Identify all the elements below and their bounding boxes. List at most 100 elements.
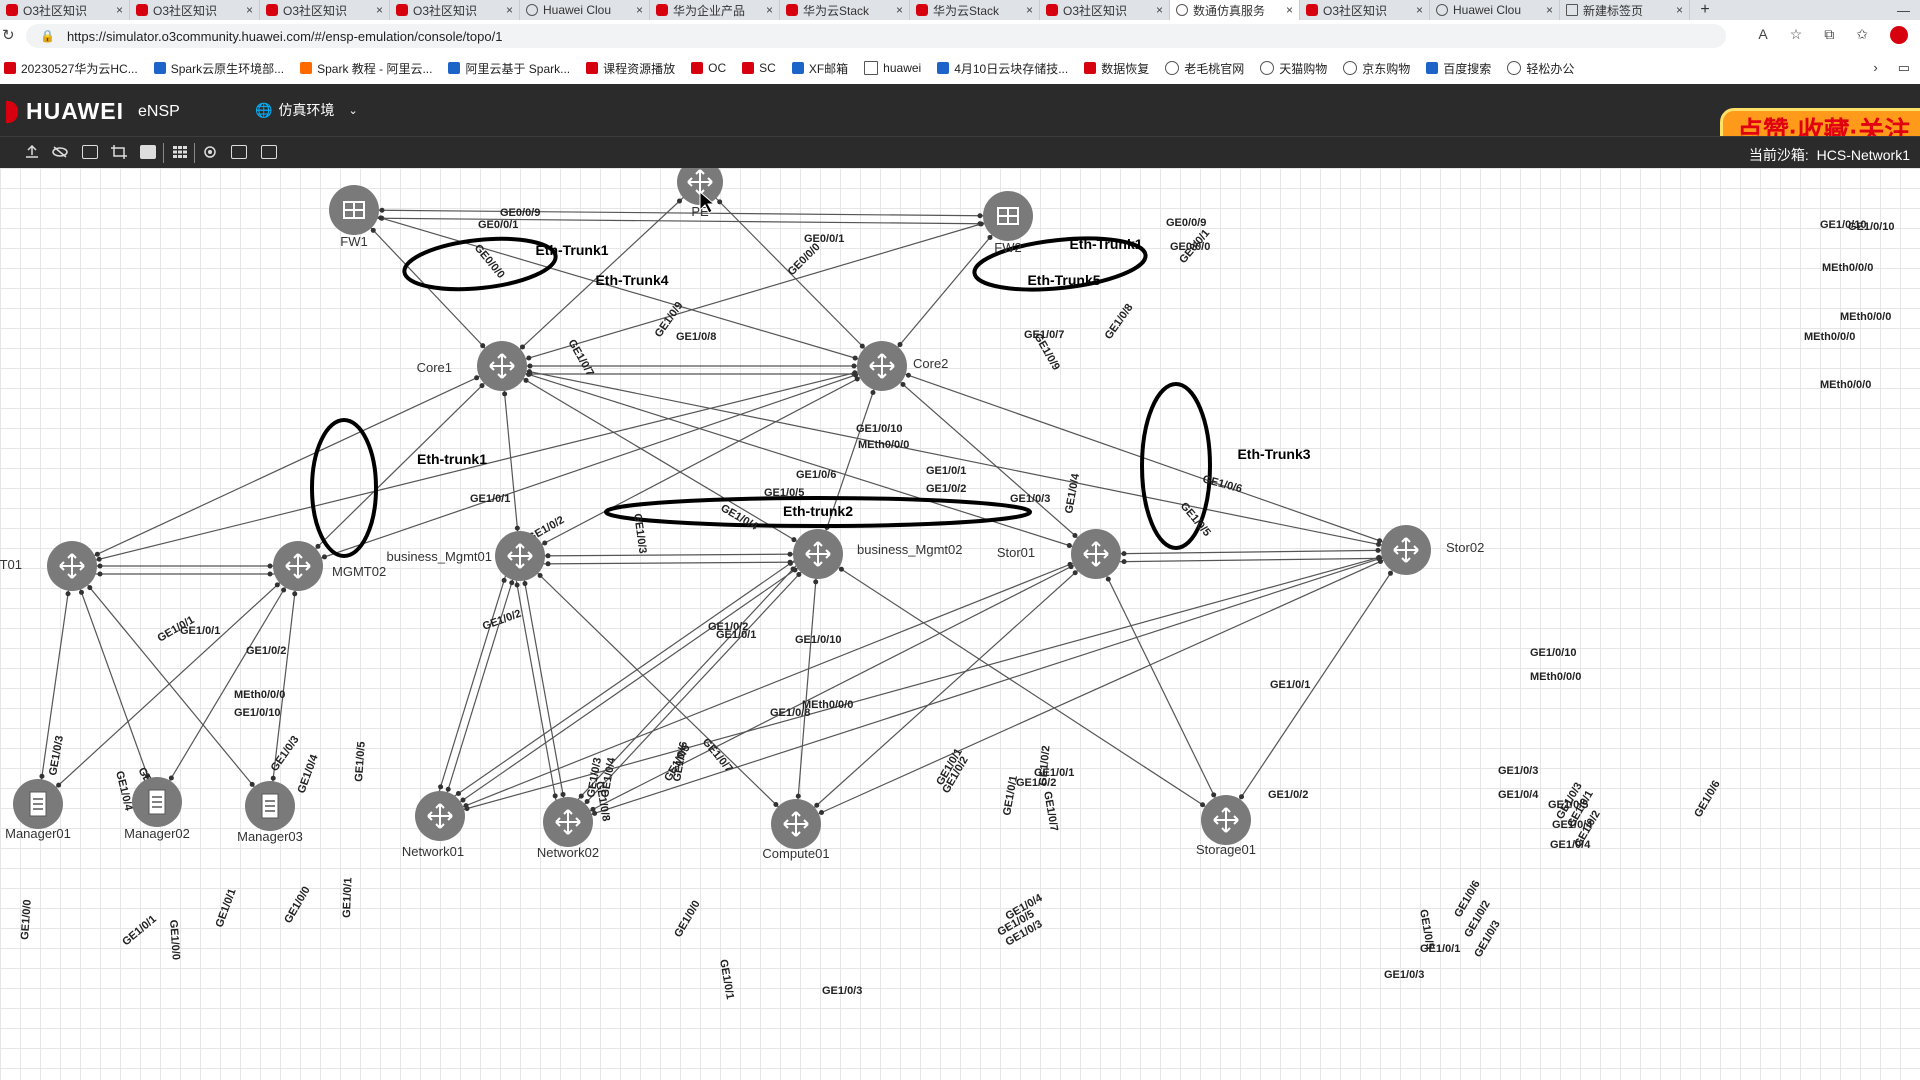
browser-tab[interactable]: O3社区知识 × xyxy=(390,0,520,20)
link-endpoint xyxy=(445,786,451,792)
browser-tab-bar: O3社区知识 × O3社区知识 × O3社区知识 × O3社区知识 × Huawei Clou ×… xyxy=(0,0,1920,20)
close-icon[interactable]: × xyxy=(636,3,643,17)
topology-node[interactable] xyxy=(245,781,295,831)
huawei-petal-icon xyxy=(6,100,18,123)
close-icon[interactable]: × xyxy=(506,3,513,17)
bookmark-item[interactable]: Spark 教程 - 阿里云... xyxy=(300,60,432,77)
reload-icon[interactable]: ↻ xyxy=(2,26,15,44)
bookmark-item[interactable]: huawei xyxy=(864,61,921,75)
close-icon[interactable]: × xyxy=(1416,3,1423,17)
topology-node[interactable] xyxy=(132,777,182,827)
bookmark-item[interactable]: 20230527华为云HC... xyxy=(4,60,138,77)
hide-icon[interactable] xyxy=(52,145,68,159)
server-icon xyxy=(261,793,279,819)
topology-node[interactable] xyxy=(47,541,97,591)
browser-tab[interactable]: O3社区知识 × xyxy=(0,0,130,20)
crop-icon[interactable] xyxy=(111,145,127,159)
browser-tab[interactable]: 华为云Stack × xyxy=(910,0,1040,20)
bookmark-item[interactable]: 老毛桃官网 xyxy=(1165,60,1244,77)
close-icon[interactable]: × xyxy=(1546,3,1553,17)
close-icon[interactable]: × xyxy=(246,3,253,17)
bookmark-item[interactable]: 轻松办公 xyxy=(1507,60,1574,77)
minimize-icon[interactable]: — xyxy=(1897,3,1910,18)
bookmark-label: 课程资源播放 xyxy=(603,61,676,76)
bookmark-item[interactable]: SC xyxy=(742,61,776,75)
topology-node[interactable] xyxy=(477,341,527,391)
bookmark-item[interactable]: XF邮箱 xyxy=(791,60,848,77)
bookmark-item[interactable]: 百度搜索 xyxy=(1426,60,1491,77)
topology-node[interactable] xyxy=(329,185,379,235)
url-field[interactable]: 🔒 https://simulator.o3community.huawei.c… xyxy=(26,24,1726,48)
topology-node[interactable] xyxy=(983,191,1033,241)
grid-icon[interactable] xyxy=(172,145,188,159)
environment-selector[interactable]: 🌐 仿真环境 ⌄ xyxy=(255,100,358,120)
bookmark-item[interactable]: Spark云原生环境部... xyxy=(153,60,284,77)
close-icon[interactable]: × xyxy=(1676,3,1683,17)
favorite-star-icon[interactable]: ☆ xyxy=(1790,26,1803,44)
browser-tab[interactable]: Huawei Clou × xyxy=(520,0,650,20)
close-icon[interactable]: × xyxy=(766,3,773,17)
topology-node[interactable] xyxy=(1201,795,1251,845)
port-label: GE1/0/3 xyxy=(47,735,66,777)
node-label: Manager03 xyxy=(237,829,303,844)
browser-tab[interactable]: 新建标签页 × xyxy=(1560,0,1690,20)
bookmark-item[interactable]: 课程资源播放 xyxy=(586,60,675,77)
topology-node[interactable] xyxy=(771,799,821,849)
browser-tab[interactable]: O3社区知识 × xyxy=(1300,0,1430,20)
close-icon[interactable]: × xyxy=(1156,3,1163,17)
bookmark-item[interactable]: 天猫购物 xyxy=(1260,60,1327,77)
tab-title: O3社区知识 xyxy=(283,3,348,18)
favorites-icon[interactable]: ✩ xyxy=(1856,26,1868,44)
browser-tab[interactable]: O3社区知识 × xyxy=(1040,0,1170,20)
bookmark-label: 4月10日云块存储技... xyxy=(954,61,1069,76)
document-icon[interactable] xyxy=(82,145,98,159)
port-label: GE1/0/1 xyxy=(1270,679,1310,691)
gear-icon[interactable] xyxy=(202,145,218,159)
close-icon[interactable]: × xyxy=(1286,3,1293,17)
bookmark-item[interactable]: 京东购物 xyxy=(1343,60,1410,77)
link-endpoint xyxy=(460,797,466,803)
extensions-icon[interactable]: ⧉ xyxy=(1824,26,1834,44)
huawei-icon xyxy=(786,4,798,16)
bookmark-item[interactable]: 阿里云基于 Spark... xyxy=(448,60,570,77)
browser-tab[interactable]: 华为企业产品 × xyxy=(650,0,780,20)
bookmark-item[interactable]: 数据恢复 xyxy=(1084,60,1149,77)
browser-tab[interactable]: Huawei Clou × xyxy=(1430,0,1560,20)
new-tab-button[interactable]: + xyxy=(1690,0,1720,20)
link-endpoint xyxy=(870,390,876,396)
lock-icon: 🔒 xyxy=(40,29,55,43)
screen-icon[interactable] xyxy=(140,145,156,159)
copy-icon[interactable] xyxy=(231,145,247,159)
other-bookmarks-folder-icon[interactable]: ▭ xyxy=(1898,60,1910,76)
browser-tab[interactable]: 华为云Stack × xyxy=(780,0,910,20)
upload-icon[interactable] xyxy=(24,144,40,159)
bookmark-item[interactable]: OC xyxy=(691,61,726,75)
topology-node[interactable] xyxy=(273,541,323,591)
topology-node[interactable] xyxy=(13,779,63,829)
link-endpoint xyxy=(1105,576,1111,582)
browser-tab[interactable]: 数通仿真服务 × xyxy=(1170,0,1300,20)
bookmark-item[interactable]: 4月10日云块存储技... xyxy=(937,60,1068,77)
topology-canvas[interactable]: Eth-Trunk1 Eth-Trunk4 Eth-Trunk1 Eth-Trunk5… xyxy=(0,168,1920,1080)
topology-node[interactable] xyxy=(1381,525,1431,575)
topology-node[interactable] xyxy=(415,791,465,841)
paste-icon[interactable] xyxy=(261,145,277,159)
huawei-logo: HUAWEI eNSP xyxy=(6,98,180,125)
read-aloud-icon[interactable]: A xyxy=(1758,26,1767,44)
browser-tab[interactable]: O3社区知识 × xyxy=(130,0,260,20)
globe-icon xyxy=(526,4,538,16)
topology-node[interactable] xyxy=(793,529,843,579)
topology-node[interactable] xyxy=(495,531,545,581)
port-label: GE1/0/4 xyxy=(113,770,135,813)
close-icon[interactable]: × xyxy=(376,3,383,17)
close-icon[interactable]: × xyxy=(1026,3,1033,17)
topology-node[interactable] xyxy=(543,797,593,847)
topology-node[interactable] xyxy=(857,341,907,391)
bookmarks-more-icon[interactable]: › xyxy=(1873,60,1877,76)
profile-avatar[interactable] xyxy=(1890,26,1908,44)
close-icon[interactable]: × xyxy=(896,3,903,17)
link-endpoint xyxy=(1200,802,1206,808)
topology-node[interactable] xyxy=(1071,529,1121,579)
close-icon[interactable]: × xyxy=(116,3,123,17)
browser-tab[interactable]: O3社区知识 × xyxy=(260,0,390,20)
